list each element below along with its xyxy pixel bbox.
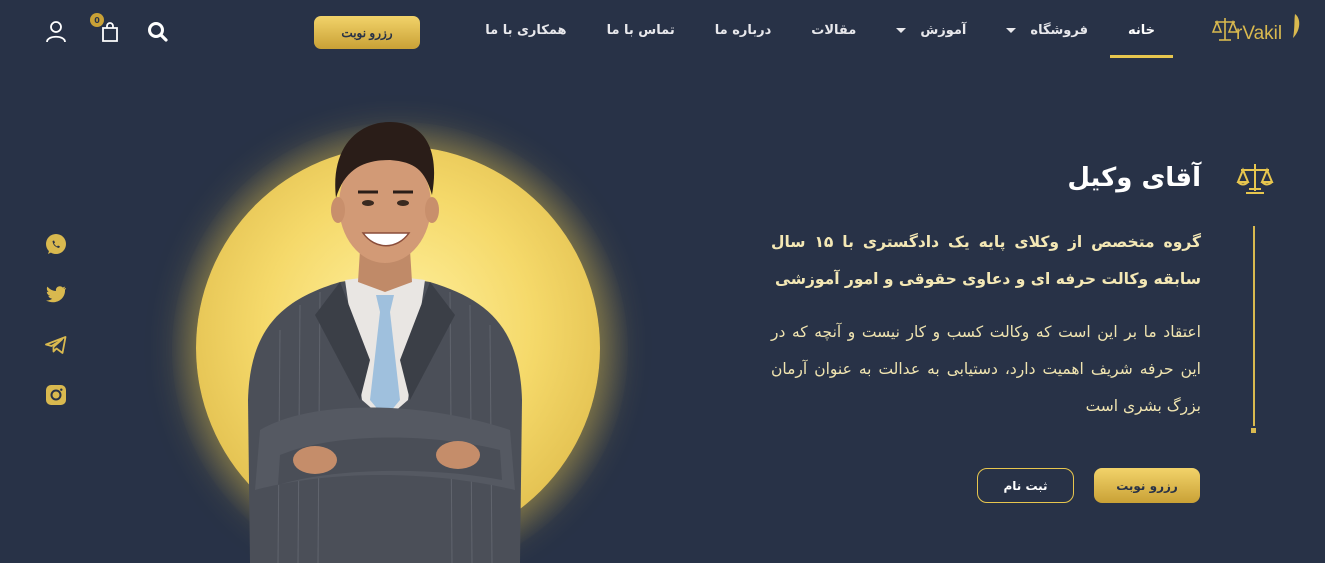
logo-icon: rVakil [1211, 14, 1300, 44]
telegram-icon[interactable] [45, 334, 67, 356]
decorative-line [1253, 226, 1255, 426]
chevron-down-icon [1006, 27, 1017, 33]
instagram-icon[interactable] [45, 384, 67, 406]
nav-item-cooperation[interactable]: همکاری با ما [465, 2, 586, 58]
decorative-dot [1251, 428, 1256, 433]
search-icon[interactable] [146, 20, 170, 44]
nav-item-about[interactable]: درباره ما [695, 2, 792, 58]
nav-label: تماس با ما [606, 22, 675, 38]
cart-count-badge: 0 [90, 13, 104, 27]
logo-text: rVakil [1236, 23, 1282, 44]
whatsapp-icon[interactable] [45, 233, 67, 255]
twitter-icon[interactable] [45, 283, 67, 305]
nav-item-education[interactable]: آموزش [876, 2, 986, 58]
hero-paragraph-belief: اعتقاد ما بر این است که وکالت کسب و کار … [771, 323, 1201, 415]
hero-title: آقای وکیل [1067, 163, 1201, 193]
main-nav: خانه فروشگاه آموزش مقالات درباره ما تماس… [465, 0, 1175, 60]
nav-item-home[interactable]: خانه [1108, 2, 1175, 58]
site-header: rVakil خانه فروشگاه آموزش مقالات درباره … [0, 0, 1325, 64]
header-reserve-button[interactable]: رزرو نوبت [314, 16, 420, 49]
cart-icon[interactable]: 0 [90, 13, 122, 44]
site-logo[interactable]: rVakil [1211, 8, 1303, 48]
hero-paragraph-intro: گروه متخصص از وکلای پایه یک دادگستری با … [771, 233, 1201, 288]
nav-label: مقالات [811, 22, 857, 38]
nav-item-shop[interactable]: فروشگاه [986, 2, 1108, 58]
nav-label: آموزش [920, 22, 967, 38]
nav-label: خانه [1127, 22, 1155, 38]
lawyer-photo [220, 100, 550, 563]
nav-label: فروشگاه [1030, 22, 1088, 38]
nav-item-articles[interactable]: مقالات [791, 2, 876, 58]
chevron-down-icon [896, 27, 907, 33]
hero-register-button[interactable]: ثبت نام [977, 468, 1074, 503]
nav-label: همکاری با ما [485, 22, 567, 38]
hero-reserve-button[interactable]: رزرو نوبت [1094, 468, 1200, 503]
nav-label: درباره ما [714, 22, 772, 38]
nav-item-contact[interactable]: تماس با ما [587, 2, 695, 58]
user-icon[interactable] [44, 19, 68, 43]
scales-icon [1236, 161, 1274, 197]
